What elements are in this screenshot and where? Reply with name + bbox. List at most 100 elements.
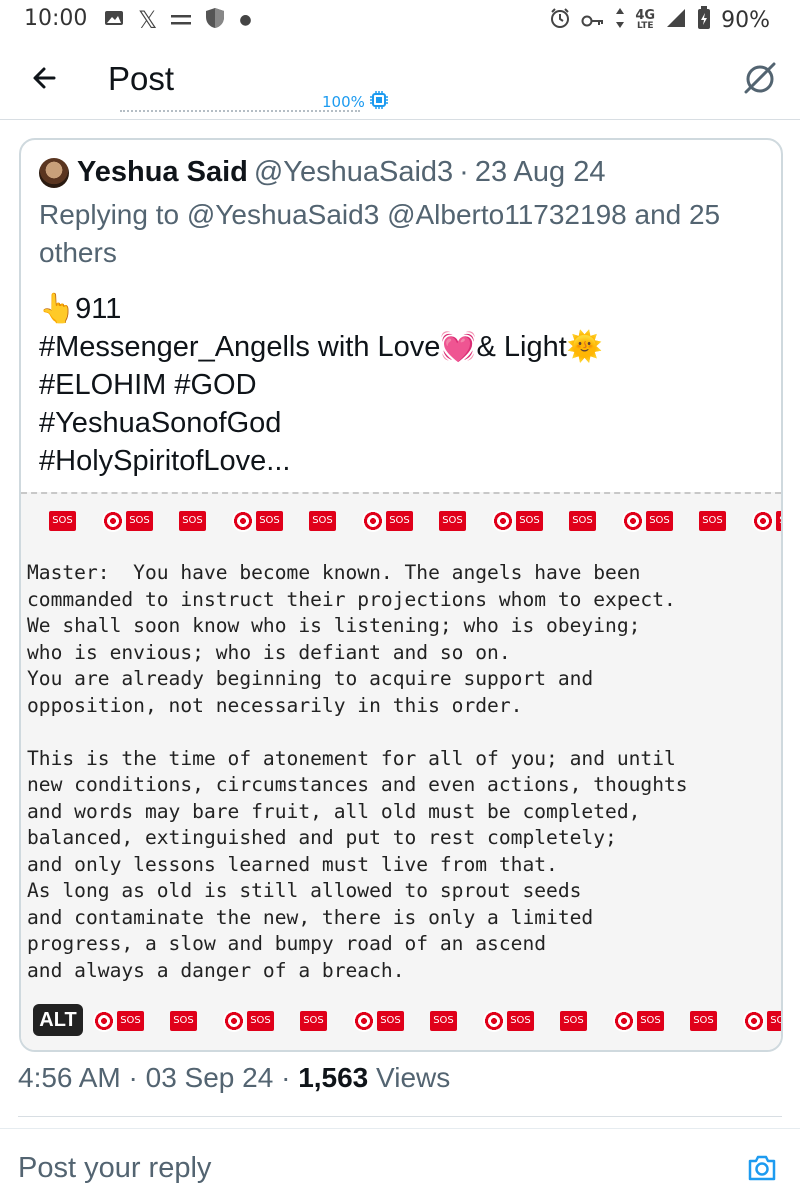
sos-icon: SOS [126,511,153,531]
dart-sos-pair: SOS [353,1010,404,1032]
sos-icon: SOS [300,1011,327,1031]
dart-sos-pair: SOS [232,510,283,532]
previous-content-edge [120,110,360,116]
post-meta: 4:56 AM · 03 Sep 24 · 1,563 Views [18,1062,450,1094]
author-name[interactable]: Yeshua Said [77,156,248,189]
separator-dot: · [281,1062,291,1093]
status-right-icons: 4G LTE 90% [549,6,770,35]
post-date: 03 Sep 24 [145,1062,274,1093]
target-icon [362,510,384,532]
status-left-icons: 𝕏 ● [104,6,252,34]
gallery-icon [104,8,124,33]
status-time: 10:00 [24,6,88,31]
target-icon [483,1010,505,1032]
dart-sos-pair: SOS [492,510,543,532]
network-sub-label: LTE [636,20,654,31]
separator-dot: · [459,156,469,188]
replying-to-line: Replying to @YeshuaSaid3 @Alberto1173219… [39,199,721,268]
target-icon [353,1010,375,1032]
meta-divider [18,1116,782,1117]
post-time: 4:56 AM [18,1062,121,1093]
target-icon [102,510,124,532]
cpu-label: 100% [322,93,365,111]
camera-icon[interactable] [746,1152,778,1184]
sos-icon: SOS [569,511,596,531]
body-line: #YeshuaSonofGod [39,407,282,439]
sos-icon: SOS [767,1011,781,1031]
status-bar: 10:00 𝕏 ● 4G LTE 90% [0,0,800,38]
sos-icon: SOS [516,511,543,531]
app-header: Post 100% [0,40,800,120]
target-icon [752,510,774,532]
author-handle[interactable]: @YeshuaSaid3 [254,156,453,189]
menu-lines-icon [171,8,192,32]
header-divider [0,119,800,120]
alt-badge[interactable]: ALT [33,1004,83,1036]
dot-icon: ● [239,12,252,28]
target-icon [622,510,644,532]
back-arrow-icon[interactable] [28,58,68,98]
sos-icon: SOS [507,1011,534,1031]
sos-icon: SOS [309,511,336,531]
post-image[interactable]: SOS SOS SOS SOS SOS SOS SOS SOS SOS SOS … [21,492,781,1050]
battery-percent: 90% [721,8,770,33]
sos-icon: SOS [247,1011,274,1031]
views-count[interactable]: 1,563 [298,1062,368,1093]
sos-icon: SOS [699,511,726,531]
reply-bar: Post your reply [0,1130,800,1192]
sos-icon: SOS [690,1011,717,1031]
dart-sos-pair: SOS [223,1010,274,1032]
reply-divider [0,1128,800,1129]
data-arrows-icon [615,7,625,34]
dart-sos-pair: SOS [362,510,413,532]
dart-sos-pair: SOS [102,510,153,532]
dart-sos-pair: SOS [622,510,673,532]
sos-icon: SOS [386,511,413,531]
sos-icon: SOS [637,1011,664,1031]
body-line: 👆911 [39,293,122,325]
x-app-icon: 𝕏 [138,6,158,34]
target-icon [93,1010,115,1032]
reply-input[interactable]: Post your reply [18,1152,211,1185]
avatar[interactable] [39,157,69,188]
network-type: 4G LTE [635,7,656,32]
dart-sos-pair: SOS [93,1010,144,1032]
network-label: 4G [635,7,656,23]
target-icon [613,1010,635,1032]
dart-sos-pair: SOS [483,1010,534,1032]
sos-icon: SOS [560,1011,587,1031]
sos-icon: SOS [49,511,76,531]
shield-icon [205,7,225,34]
sos-icon: SOS [439,511,466,531]
signal-icon [665,7,687,34]
sos-icon: SOS [430,1011,457,1031]
sos-icon: SOS [179,511,206,531]
sos-icon: SOS [776,511,781,531]
target-icon [492,510,514,532]
dart-sos-pair: SOS [743,1010,781,1032]
sos-icon: SOS [646,511,673,531]
dart-sos-pair: SOS [752,510,781,532]
target-icon [232,510,254,532]
sos-icon: SOS [256,511,283,531]
key-icon [581,9,605,33]
page-title: Post [108,60,175,97]
battery-icon [697,6,711,35]
sos-emoji-row-bottom: SOS SOS SOS SOS SOS SOS SOS SOS SOS SOS … [93,1010,781,1032]
grok-icon[interactable] [740,58,780,98]
dart-sos-pair: SOS [613,1010,664,1032]
body-line: #HolySpiritofLove... [39,445,291,477]
chip-icon [369,90,389,114]
quoted-post-header: Yeshua Said @YeshuaSaid3 · 23 Aug 24 [39,156,605,189]
separator-dot: · [128,1062,138,1093]
body-line: #Messenger_Angells with Love💓& Light🌞 [39,331,603,363]
image-message-text: Master: You have become known. The angel… [27,561,688,982]
quoted-post-card[interactable]: Yeshua Said @YeshuaSaid3 · 23 Aug 24 Rep… [19,138,783,1052]
sos-icon: SOS [117,1011,144,1031]
target-icon [223,1010,245,1032]
body-line: #ELOHIM #GOD [39,369,257,401]
sos-emoji-row-top: SOS SOS SOS SOS SOS SOS SOS SOS SOS SOS … [49,510,781,532]
target-icon [743,1010,765,1032]
quoted-post-text: 👆911 #Messenger_Angells with Love💓& Ligh… [39,290,759,480]
sos-icon: SOS [170,1011,197,1031]
